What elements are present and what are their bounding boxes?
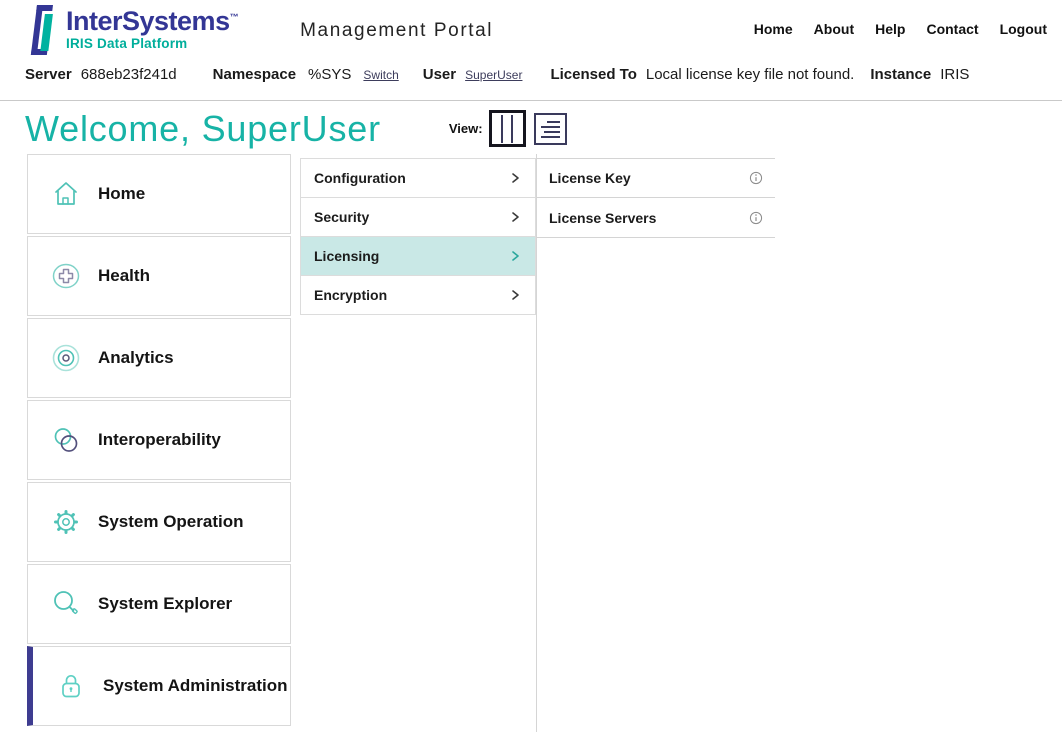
nav-help-link[interactable]: Help (875, 21, 905, 37)
sidebar-item-system-administration[interactable]: System Administration (27, 646, 291, 726)
sidebar-item-system-operation[interactable]: System Operation (27, 482, 291, 562)
administration-submenu: Configuration Security Licensing Encrypt… (300, 158, 536, 315)
page-title: Management Portal (300, 20, 493, 42)
column-divider (536, 154, 537, 732)
intersystems-logo[interactable]: InterSystems™ IRIS Data Platform (25, 5, 238, 55)
info-icon[interactable] (749, 211, 763, 225)
top-nav: Home About Help Contact Logout (754, 21, 1047, 37)
server-label: Server (25, 66, 72, 83)
main-content: Home Health Analytics (0, 154, 1062, 732)
magnifier-icon (50, 588, 82, 620)
submenu-item-encryption[interactable]: Encryption (300, 275, 536, 315)
licensed-to-label: Licensed To (550, 66, 636, 83)
chevron-right-icon (508, 249, 522, 263)
padlock-icon (55, 670, 87, 702)
sidebar-item-system-explorer[interactable]: System Explorer (27, 564, 291, 644)
sidebar-menu: Home Health Analytics (27, 154, 291, 728)
sidebar-item-health[interactable]: Health (27, 236, 291, 316)
welcome-bar: Welcome, SuperUser View: (0, 101, 1062, 154)
nav-contact-link[interactable]: Contact (926, 21, 978, 37)
user-profile-link[interactable]: SuperUser (465, 68, 522, 82)
instance-value: IRIS (940, 66, 969, 83)
view-label: View: (449, 121, 483, 136)
brand-name: InterSystems™ (66, 8, 238, 35)
nav-logout-link[interactable]: Logout (1000, 21, 1047, 37)
trademark: ™ (230, 12, 239, 22)
detail-item-license-key[interactable]: License Key (537, 158, 775, 198)
health-cross-icon (50, 260, 82, 292)
linked-rings-icon (50, 424, 82, 456)
licensed-to-value: Local license key file not found. (646, 66, 854, 83)
chevron-right-icon (508, 210, 522, 224)
submenu-item-licensing[interactable]: Licensing (300, 236, 536, 276)
chevron-right-icon (508, 288, 522, 302)
chevron-right-icon (508, 171, 522, 185)
server-value: 688eb23f241d (81, 66, 177, 83)
list-view-icon[interactable] (534, 113, 567, 145)
sidebar-item-home[interactable]: Home (27, 154, 291, 234)
concentric-circles-icon (50, 342, 82, 374)
namespace-label: Namespace (213, 66, 296, 83)
submenu-item-configuration[interactable]: Configuration (300, 158, 536, 198)
user-label: User (423, 66, 456, 83)
nav-home-link[interactable]: Home (754, 21, 793, 37)
licensing-detail-menu: License Key License Servers (537, 158, 775, 238)
gear-icon (50, 506, 82, 538)
columns-view-icon[interactable] (489, 110, 526, 147)
sidebar-item-interoperability[interactable]: Interoperability (27, 400, 291, 480)
detail-item-license-servers[interactable]: License Servers (537, 198, 775, 238)
intersystems-logo-icon (25, 5, 59, 55)
submenu-item-security[interactable]: Security (300, 197, 536, 237)
instance-label: Instance (870, 66, 931, 83)
sidebar-item-analytics[interactable]: Analytics (27, 318, 291, 398)
namespace-value: %SYS (308, 66, 351, 83)
brand-subtitle: IRIS Data Platform (66, 37, 238, 51)
nav-about-link[interactable]: About (814, 21, 854, 37)
info-icon[interactable] (749, 171, 763, 185)
welcome-heading: Welcome, SuperUser (25, 108, 381, 150)
switch-namespace-link[interactable]: Switch (363, 68, 398, 82)
home-icon (50, 178, 82, 210)
header: InterSystems™ IRIS Data Platform Managem… (0, 0, 1062, 60)
server-info-bar: Server 688eb23f241d Namespace %SYS Switc… (0, 60, 1062, 95)
